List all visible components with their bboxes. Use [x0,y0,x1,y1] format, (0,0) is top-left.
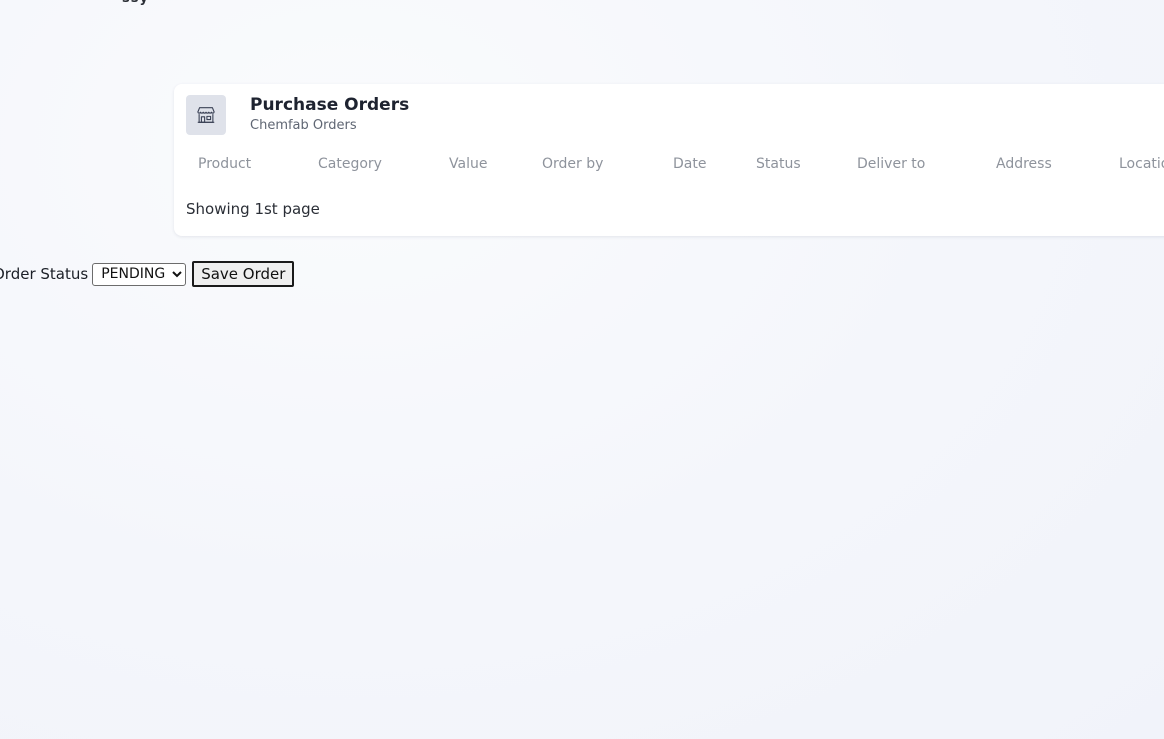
order-status-select[interactable]: PENDING [92,262,187,286]
order-status-label: Order Status [0,265,89,283]
column-header-location[interactable]: Location [1119,156,1164,172]
column-header-deliver-to[interactable]: Deliver to [857,156,925,172]
column-header-category[interactable]: Category [318,156,382,172]
orders-table-header: Product Category Value Order by Date Sta… [174,156,1164,176]
card-title: Purchase Orders [250,95,410,115]
storefront-icon [186,95,226,135]
purchase-orders-card: Purchase Orders Chemfab Orders Product C… [174,84,1164,236]
column-header-date[interactable]: Date [673,156,706,172]
column-header-status[interactable]: Status [756,156,801,172]
clipped-heading-fragment: ssy [122,0,149,6]
save-order-button[interactable]: Save Order [192,261,295,287]
column-header-value[interactable]: Value [449,156,487,172]
pagination-status: Showing 1st page [186,200,320,218]
column-header-address[interactable]: Address [996,156,1052,172]
column-header-product[interactable]: Product [198,156,251,172]
card-subtitle: Chemfab Orders [250,118,357,133]
column-header-order-by[interactable]: Order by [542,156,603,172]
order-status-form: Order Status PENDING Save Order [0,261,295,287]
